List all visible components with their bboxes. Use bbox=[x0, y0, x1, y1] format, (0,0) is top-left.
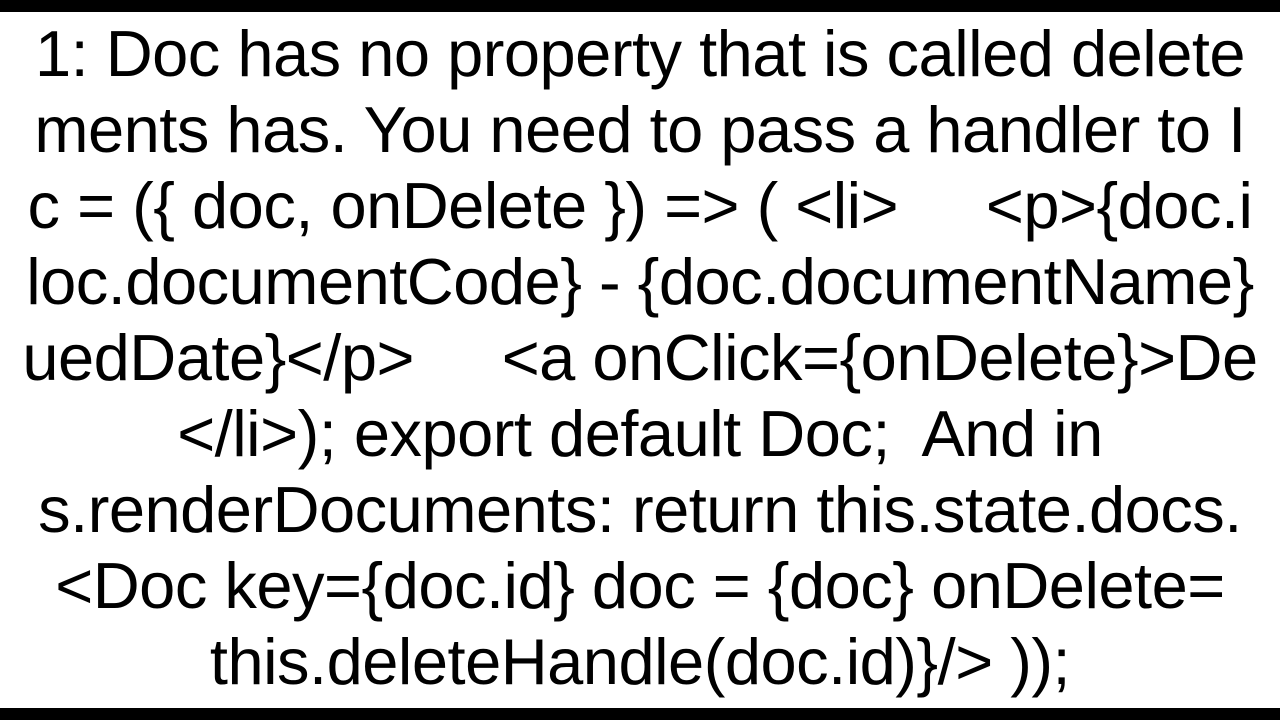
code-text-block: 1: Doc has no property that is called de… bbox=[0, 16, 1280, 700]
document-frame: 1: Doc has no property that is called de… bbox=[0, 12, 1280, 708]
